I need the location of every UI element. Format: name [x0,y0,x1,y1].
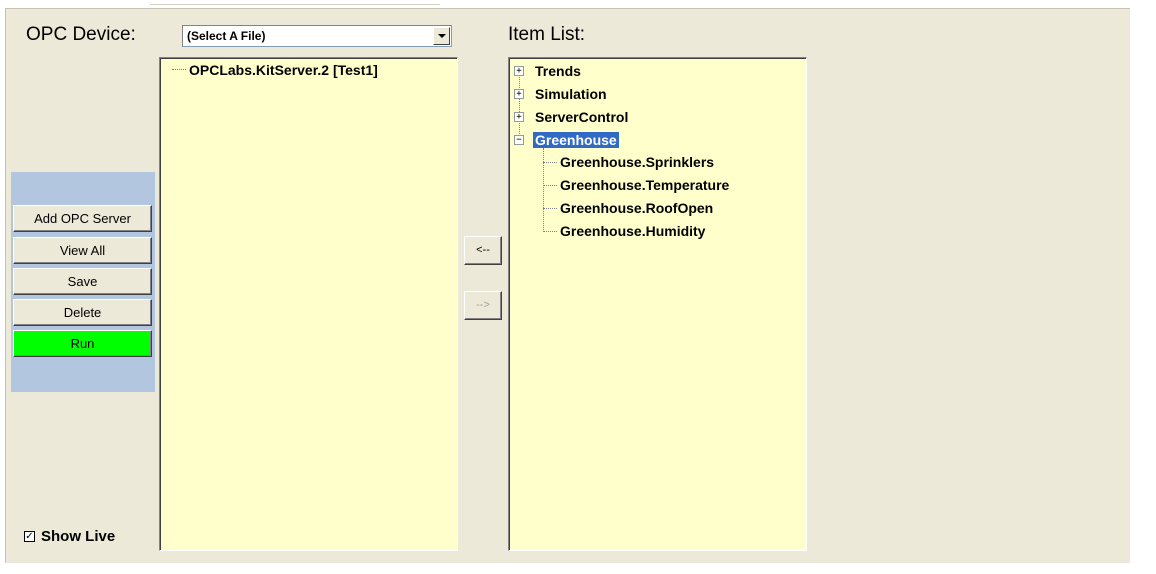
tree-connector [543,148,544,232]
device-file-select[interactable]: (Select A File) [182,25,452,47]
device-select-value: (Select A File) [187,29,266,43]
tree-connector [543,231,557,232]
tree-node-trends[interactable]: Trends [535,63,581,79]
save-button[interactable]: Save [13,268,152,295]
item-list-label: Item List: [508,24,586,45]
collapse-icon[interactable]: − [514,135,524,145]
tree-connector [519,66,520,138]
add-opc-server-button[interactable]: Add OPC Server [13,205,152,232]
move-left-button[interactable]: <-- [464,236,502,265]
view-all-button[interactable]: View All [13,237,152,264]
expand-icon[interactable]: + [514,89,524,99]
delete-button[interactable]: Delete [13,299,152,326]
tree-node-simulation[interactable]: Simulation [535,86,607,102]
item-list-tree[interactable]: + Trends + Simulation + ServerControl − … [508,57,807,551]
run-button[interactable]: Run [13,330,152,357]
tree-connector [543,208,557,209]
opc-server-tree[interactable]: OPCLabs.KitServer.2 [Test1] [159,57,458,551]
tree-leaf-roofopen[interactable]: Greenhouse.RoofOpen [560,200,713,216]
expand-icon[interactable]: + [514,66,524,76]
tree-node-servercontrol[interactable]: ServerControl [535,109,628,125]
tree-node-greenhouse[interactable]: Greenhouse [533,132,619,148]
top-divider [150,4,440,5]
tree-leaf-sprinklers[interactable]: Greenhouse.Sprinklers [560,154,714,170]
tree-leaf-temperature[interactable]: Greenhouse.Temperature [560,177,729,193]
server-tree-item[interactable]: OPCLabs.KitServer.2 [Test1] [189,62,378,78]
tree-connector [543,185,557,186]
show-live-checkbox[interactable]: ✓ [24,531,35,542]
tree-connector [172,69,186,70]
show-live-label: Show Live [41,528,116,545]
top-strip [0,0,1156,8]
tree-connector [543,162,557,163]
move-right-button[interactable]: --> [464,291,502,320]
show-live-toggle[interactable]: ✓ Show Live [24,528,115,545]
expand-icon[interactable]: + [514,112,524,122]
chevron-down-icon[interactable] [433,27,450,45]
opc-device-label: OPC Device: [26,24,136,45]
tree-leaf-humidity[interactable]: Greenhouse.Humidity [560,223,705,239]
